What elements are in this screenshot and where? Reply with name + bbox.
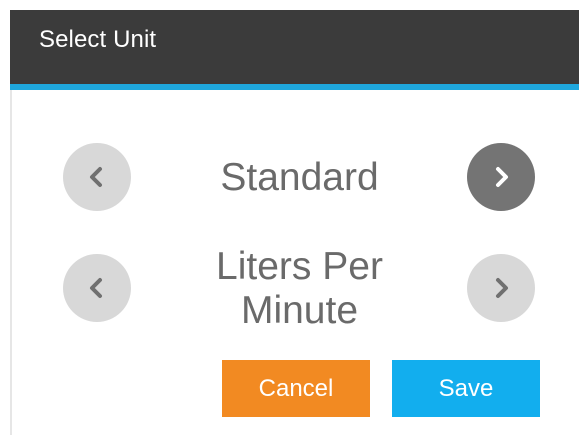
chevron-right-icon <box>496 167 508 187</box>
cancel-button[interactable]: Cancel <box>222 360 370 417</box>
selected-value-standard: Standard <box>220 156 379 199</box>
dialog-title: Select Unit <box>39 26 157 53</box>
selector-row-standard: Standard <box>12 143 579 212</box>
chevron-left-icon <box>90 278 102 298</box>
selector-row-flow-unit: Liters Per Minute <box>12 245 579 332</box>
previous-standard-button[interactable] <box>63 143 131 211</box>
save-button[interactable]: Save <box>392 360 540 417</box>
selected-value-flow-unit: Liters Per Minute <box>140 245 459 333</box>
outer-background <box>0 0 10 435</box>
title-bar: Select Unit <box>10 10 579 90</box>
select-unit-dialog: Select Unit Standard Liters Per Minute C… <box>0 0 579 435</box>
chevron-right-icon <box>496 278 508 298</box>
next-standard-button[interactable] <box>467 143 535 211</box>
flow-unit-line-2: Minute <box>240 289 359 332</box>
flow-unit-line-1: Liters Per <box>216 245 383 288</box>
previous-flow-unit-button[interactable] <box>63 254 131 322</box>
chevron-left-icon <box>90 167 102 187</box>
next-flow-unit-button[interactable] <box>467 254 535 322</box>
